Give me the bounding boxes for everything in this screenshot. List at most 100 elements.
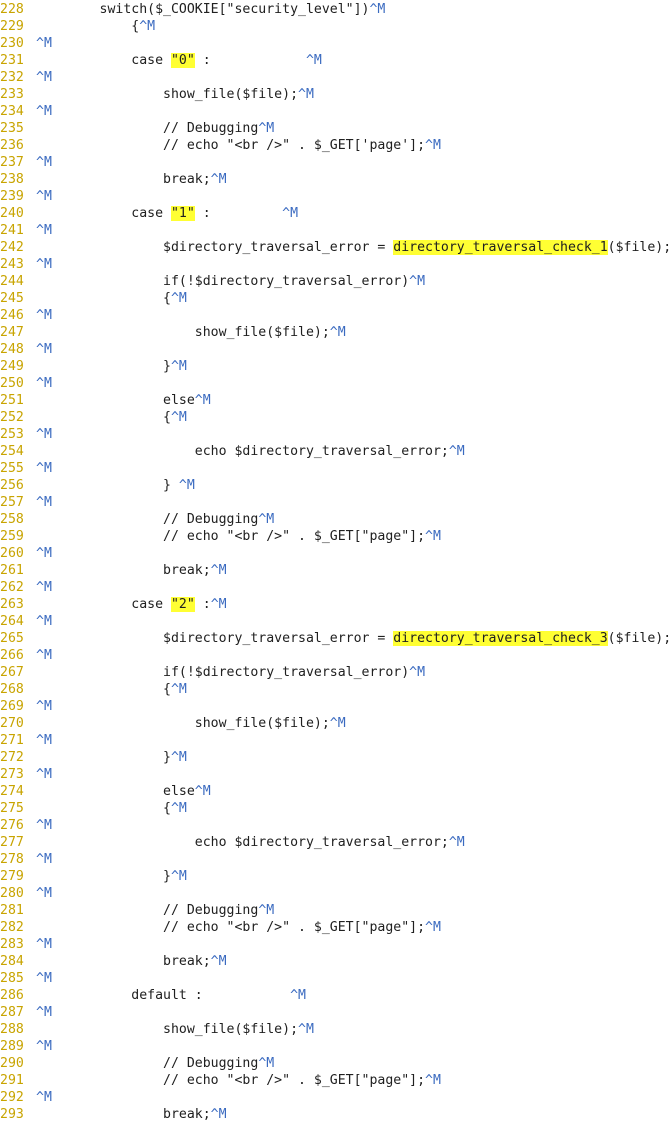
code-line[interactable]: 284 break;^M: [0, 953, 671, 970]
carriage-return-marker: ^M: [36, 36, 52, 51]
code-line[interactable]: 249 }^M: [0, 358, 671, 375]
carriage-return-marker: ^M: [36, 971, 52, 986]
code-line[interactable]: 240 case "1" : ^M: [0, 205, 671, 222]
code-line[interactable]: 270 show_file($file);^M: [0, 715, 671, 732]
code-line[interactable]: 287 ^M: [0, 1004, 671, 1021]
code-line[interactable]: 293 break;^M: [0, 1106, 671, 1123]
line-number: 255: [0, 461, 24, 476]
code-line[interactable]: 243 ^M: [0, 256, 671, 273]
code-line[interactable]: 228 switch($_COOKIE["security_level"])^M: [0, 1, 671, 18]
carriage-return-marker: ^M: [36, 376, 52, 391]
code-text: ($file);: [607, 631, 671, 646]
code-line[interactable]: 258 // Debugging^M: [0, 511, 671, 528]
code-line[interactable]: 248 ^M: [0, 341, 671, 358]
code-text: default :: [36, 988, 291, 1003]
carriage-return-marker: ^M: [329, 716, 346, 731]
line-number: 236: [0, 138, 24, 153]
line-number: 276: [0, 818, 24, 833]
code-line[interactable]: 247 show_file($file);^M: [0, 324, 671, 341]
code-line[interactable]: 288 show_file($file);^M: [0, 1021, 671, 1038]
code-line[interactable]: 263 case "2" :^M: [0, 596, 671, 613]
code-line[interactable]: 253 ^M: [0, 426, 671, 443]
code-line[interactable]: 268 {^M: [0, 681, 671, 698]
code-line[interactable]: 254 echo $directory_traversal_error;^M: [0, 443, 671, 460]
code-line[interactable]: 244 if(!$directory_traversal_error)^M: [0, 273, 671, 290]
code-line[interactable]: 230 ^M: [0, 35, 671, 52]
carriage-return-marker: ^M: [36, 1039, 52, 1054]
code-line[interactable]: 278 ^M: [0, 851, 671, 868]
code-line[interactable]: 290 // Debugging^M: [0, 1055, 671, 1072]
code-line[interactable]: 252 {^M: [0, 409, 671, 426]
code-line[interactable]: 262 ^M: [0, 579, 671, 596]
code-line[interactable]: 250 ^M: [0, 375, 671, 392]
carriage-return-marker: ^M: [210, 1107, 227, 1122]
code-line[interactable]: 235 // Debugging^M: [0, 120, 671, 137]
code-line[interactable]: 269 ^M: [0, 698, 671, 715]
line-number: 257: [0, 495, 24, 510]
code-line[interactable]: 276 ^M: [0, 817, 671, 834]
carriage-return-marker: ^M: [425, 529, 441, 544]
code-line[interactable]: 277 echo $directory_traversal_error;^M: [0, 834, 671, 851]
code-line[interactable]: 234 ^M: [0, 103, 671, 120]
code-line[interactable]: 232 ^M: [0, 69, 671, 86]
code-line[interactable]: 289 ^M: [0, 1038, 671, 1055]
line-number: 243: [0, 257, 24, 272]
code-line[interactable]: 251 else^M: [0, 392, 671, 409]
code-line[interactable]: 271 ^M: [0, 732, 671, 749]
code-line[interactable]: 245 {^M: [0, 290, 671, 307]
code-line[interactable]: 283 ^M: [0, 936, 671, 953]
code-text: break;: [36, 1107, 211, 1122]
code-line[interactable]: 231 case "0" : ^M: [0, 52, 671, 69]
line-number: 284: [0, 954, 24, 969]
code-line[interactable]: 285 ^M: [0, 970, 671, 987]
code-line[interactable]: 239 ^M: [0, 188, 671, 205]
code-line[interactable]: 238 break;^M: [0, 171, 671, 188]
code-line[interactable]: 291 // echo "<br />" . $_GET["page"];^M: [0, 1072, 671, 1089]
carriage-return-marker: ^M: [258, 903, 275, 918]
code-line[interactable]: 292 ^M: [0, 1089, 671, 1106]
code-line[interactable]: 279 }^M: [0, 868, 671, 885]
code-line[interactable]: 256 } ^M: [0, 477, 671, 494]
code-line[interactable]: 229 {^M: [0, 18, 671, 35]
code-line[interactable]: 280 ^M: [0, 885, 671, 902]
carriage-return-marker: ^M: [298, 87, 314, 102]
code-text: :: [194, 597, 211, 612]
line-number: 273: [0, 767, 24, 782]
code-line[interactable]: 275 {^M: [0, 800, 671, 817]
carriage-return-marker: ^M: [36, 70, 52, 85]
code-text: echo $directory_traversal_error;: [36, 444, 449, 459]
code-editor[interactable]: 228 switch($_COOKIE["security_level"])^M…: [0, 0, 671, 1125]
code-line[interactable]: 255 ^M: [0, 460, 671, 477]
code-line[interactable]: 241 ^M: [0, 222, 671, 239]
carriage-return-marker: ^M: [258, 1056, 275, 1071]
line-number: 238: [0, 172, 24, 187]
carriage-return-marker: ^M: [36, 852, 52, 867]
code-line[interactable]: 246 ^M: [0, 307, 671, 324]
line-number: 260: [0, 546, 24, 561]
code-line[interactable]: 286 default : ^M: [0, 987, 671, 1004]
line-number: 239: [0, 189, 24, 204]
code-line[interactable]: 236 // echo "<br />" . $_GET['page'];^M: [0, 137, 671, 154]
code-line[interactable]: 274 else^M: [0, 783, 671, 800]
code-line[interactable]: 281 // Debugging^M: [0, 902, 671, 919]
code-line[interactable]: 242 $directory_traversal_error = directo…: [0, 239, 671, 256]
code-line[interactable]: 264 ^M: [0, 613, 671, 630]
code-line[interactable]: 260 ^M: [0, 545, 671, 562]
code-line[interactable]: 259 // echo "<br />" . $_GET["page"];^M: [0, 528, 671, 545]
code-line[interactable]: 267 if(!$directory_traversal_error)^M: [0, 664, 671, 681]
code-text: }: [36, 869, 171, 884]
line-number: 233: [0, 87, 24, 102]
line-number: 263: [0, 597, 24, 612]
code-line[interactable]: 273 ^M: [0, 766, 671, 783]
code-line[interactable]: 261 break;^M: [0, 562, 671, 579]
code-line[interactable]: 237 ^M: [0, 154, 671, 171]
code-line[interactable]: 233 show_file($file);^M: [0, 86, 671, 103]
code-line[interactable]: 266 ^M: [0, 647, 671, 664]
code-line[interactable]: 257 ^M: [0, 494, 671, 511]
code-line[interactable]: 272 }^M: [0, 749, 671, 766]
code-line[interactable]: 282 // echo "<br />" . $_GET["page"];^M: [0, 919, 671, 936]
code-line[interactable]: 265 $directory_traversal_error = directo…: [0, 630, 671, 647]
line-number: 268: [0, 682, 24, 697]
code-text: :: [194, 53, 306, 68]
code-text: show_file($file);: [36, 87, 299, 102]
